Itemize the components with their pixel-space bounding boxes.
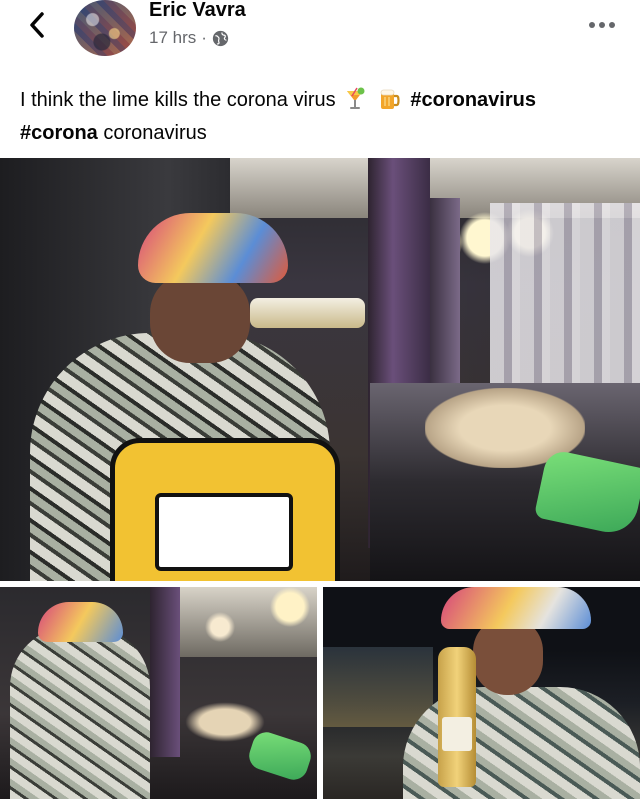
photo-backpack [110, 438, 340, 581]
hashtag-corona[interactable]: #corona [20, 122, 98, 144]
photo-bg-curtains [490, 203, 640, 403]
photo-hat [138, 213, 288, 283]
post-header: Eric Vavra 17 hrs · [0, 0, 640, 60]
post-photo-bottom-right[interactable] [323, 587, 640, 799]
photo-hat [441, 587, 591, 629]
globe-icon [212, 30, 229, 46]
caption-text: I think the lime kills the corona virus [20, 89, 336, 111]
beer-mug-icon [378, 87, 402, 119]
photo-green-object [245, 728, 315, 784]
photo-plastic-bag [185, 702, 265, 742]
meta-separator: · [201, 28, 207, 47]
tropical-drink-icon [344, 87, 366, 119]
post-meta: 17 hrs · [149, 28, 229, 48]
post-photo-bottom-left[interactable] [0, 587, 317, 799]
chevron-left-icon [30, 12, 44, 38]
post-time[interactable]: 17 hrs [149, 28, 196, 48]
photo-person [10, 627, 150, 799]
back-button[interactable] [22, 10, 52, 40]
avatar[interactable] [74, 0, 136, 56]
photo-bg-pillar [150, 587, 180, 757]
post-caption: I think the lime kills the corona virus … [20, 86, 620, 147]
author-name[interactable]: Eric Vavra [149, 0, 246, 22]
photo-bottle [250, 298, 365, 328]
photo-bg-lights [180, 587, 317, 657]
photo-person [30, 213, 365, 581]
photo-bg-building [323, 647, 433, 727]
post-photo-main[interactable] [0, 158, 640, 581]
photo-face [150, 273, 250, 363]
hashtag-coronavirus[interactable]: #coronavirus [410, 89, 536, 111]
more-horizontal-icon [589, 22, 615, 28]
photo-hat [38, 602, 123, 642]
more-options-button[interactable] [584, 12, 620, 38]
photo-bottle [438, 647, 476, 787]
caption-trailing: coronavirus [103, 122, 207, 144]
